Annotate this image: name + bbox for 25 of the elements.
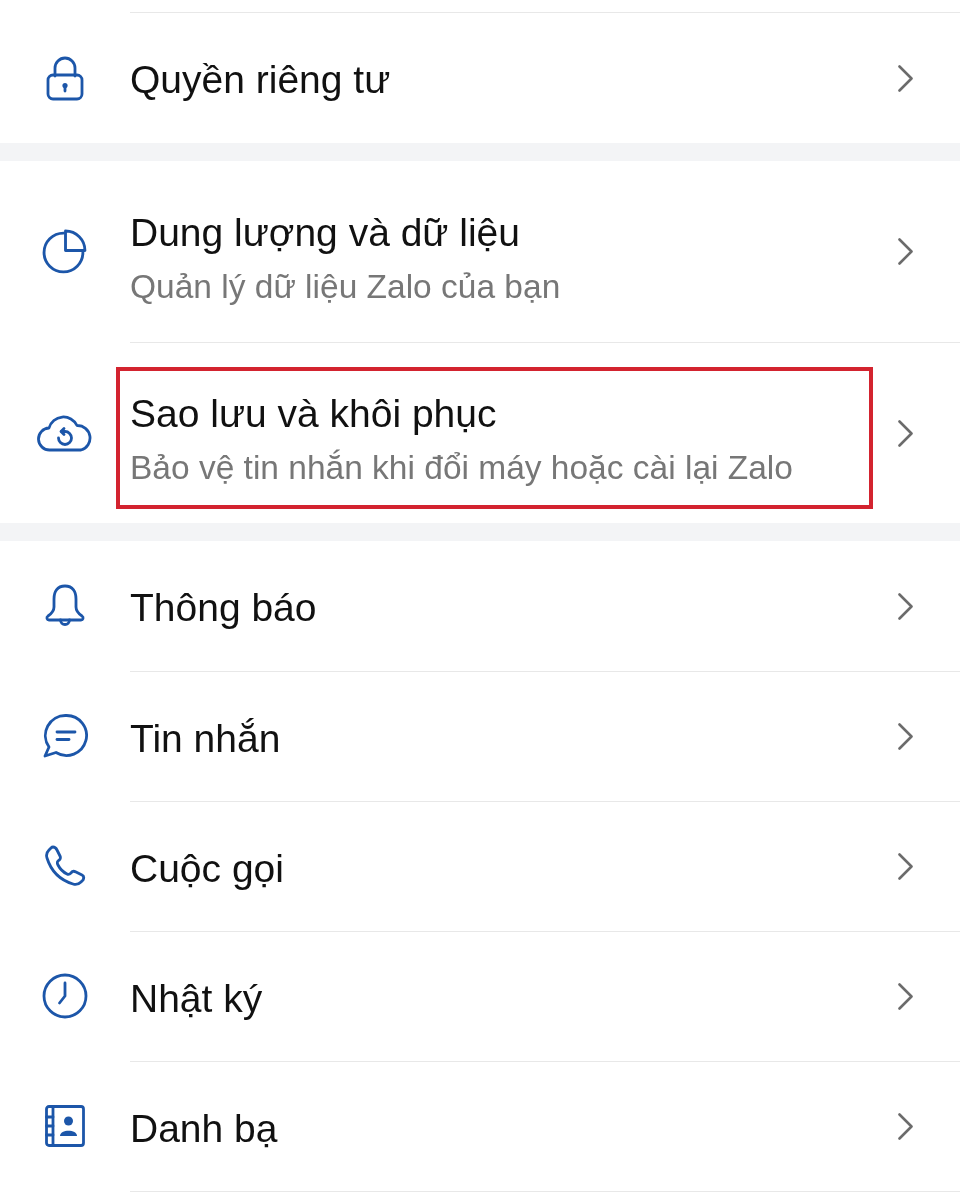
chevron-right-icon bbox=[898, 983, 913, 1010]
item-title: Sao lưu và khôi phục bbox=[130, 391, 497, 437]
chevron-right-icon bbox=[898, 419, 913, 447]
chevron-right-icon bbox=[898, 723, 913, 750]
cloud-backup-icon bbox=[36, 413, 93, 452]
item-title: Danh bạ bbox=[130, 1105, 278, 1152]
chat-bubble-icon bbox=[41, 713, 88, 759]
item-title: Tin nhắn bbox=[130, 715, 281, 762]
phone-icon bbox=[43, 845, 86, 887]
pie-chart-icon bbox=[41, 228, 88, 275]
item-title: Dung lượng và dữ liệu bbox=[130, 209, 520, 256]
lock-icon bbox=[45, 55, 84, 101]
chevron-right-icon bbox=[898, 238, 913, 265]
chevron-right-icon bbox=[898, 853, 913, 880]
item-title: Quyền riêng tư bbox=[130, 57, 391, 103]
item-title: Nhật ký bbox=[130, 975, 263, 1022]
item-subtitle: Quản lý dữ liệu Zalo của bạn bbox=[130, 266, 561, 306]
item-subtitle: Bảo vệ tin nhắn khi đổi máy hoặc cài lại Zalo bbox=[130, 448, 793, 487]
item-title: Thông báo bbox=[130, 585, 317, 631]
chevron-right-icon bbox=[898, 1113, 913, 1140]
chevron-right-icon bbox=[898, 592, 913, 620]
contacts-book-icon bbox=[44, 1105, 85, 1147]
item-title: Cuộc gọi bbox=[130, 845, 284, 892]
clock-icon bbox=[41, 973, 88, 1019]
chevron-right-icon bbox=[898, 64, 913, 92]
